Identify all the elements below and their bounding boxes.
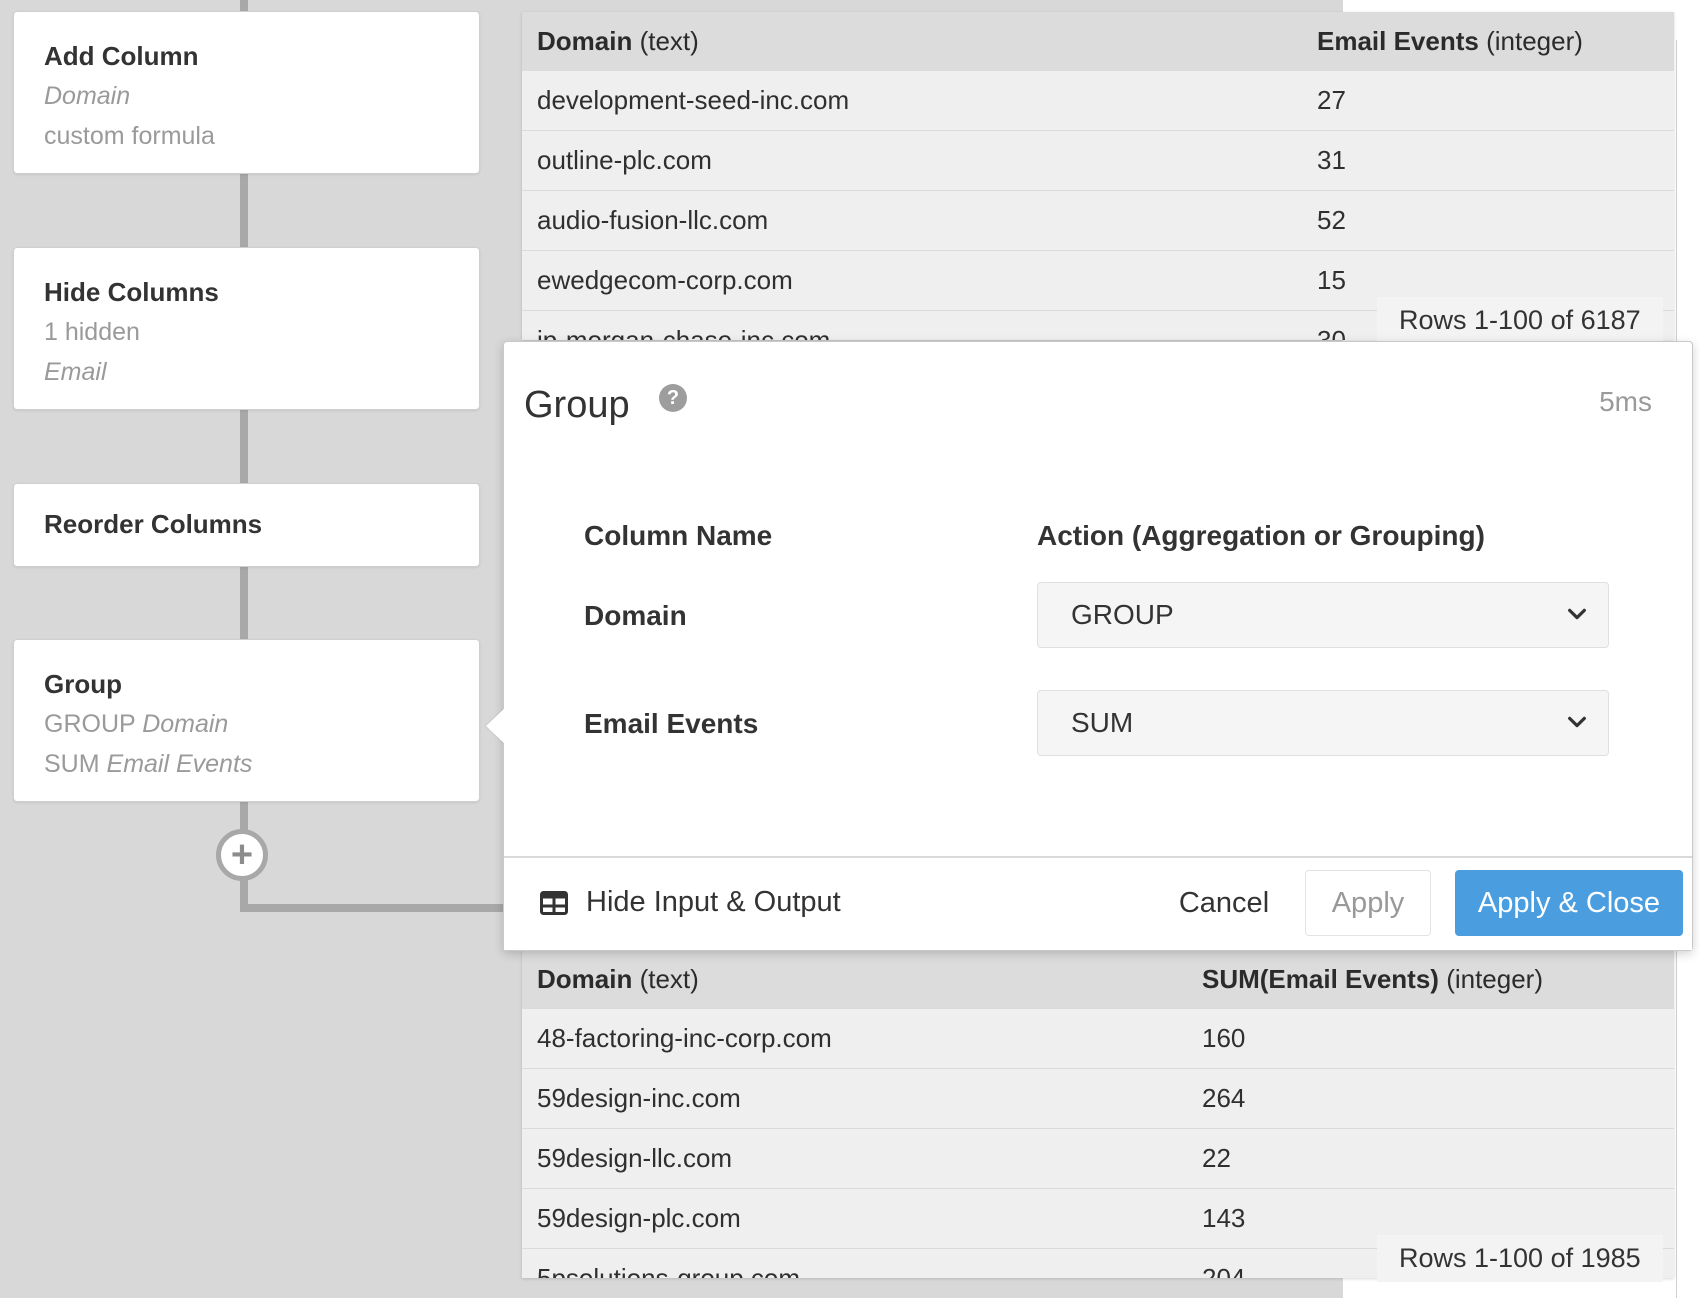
table-cell: 5psolutions-group.com xyxy=(537,1263,801,1278)
column-name: Domain xyxy=(537,963,633,994)
step-detail: Domain xyxy=(44,82,131,110)
step-detail: custom formula xyxy=(44,122,215,150)
step-title: Group xyxy=(44,669,122,699)
column-name-header: Column Name xyxy=(584,520,773,551)
step-detail-field: Email Events xyxy=(106,750,253,778)
question-circle-icon[interactable]: ? xyxy=(659,384,687,412)
table-cell: 30 xyxy=(1317,325,1346,340)
table-cell: 15 xyxy=(1317,265,1346,295)
group-row-label: Email Events xyxy=(584,708,759,739)
connector-line xyxy=(240,566,248,640)
action-select-domain[interactable]: GROUP xyxy=(1037,582,1609,648)
apply-and-close-button[interactable]: Apply & Close xyxy=(1455,870,1683,936)
table-cell: outline-plc.com xyxy=(537,145,712,175)
table-row: outline-plc.com 31 xyxy=(522,130,1674,190)
step-detail: SUM Email Events xyxy=(44,744,449,784)
selected-value: GROUP xyxy=(1071,599,1174,630)
table-cell: 59design-plc.com xyxy=(537,1203,741,1233)
group-step-editor: Group ? 5ms Column Name Action (Aggregat… xyxy=(503,341,1693,951)
table-cell: 48-factoring-inc-corp.com xyxy=(537,1023,832,1053)
column-name: Email Events xyxy=(1317,25,1479,56)
table-cell: ewedgecom-corp.com xyxy=(537,265,793,295)
table-cell: 160 xyxy=(1202,1023,1246,1053)
row-count-badge: Rows 1-100 of 1985 xyxy=(1377,1235,1663,1282)
modal-title: Group xyxy=(524,384,630,426)
column-type: (integer) xyxy=(1486,25,1583,56)
action-select-email-events[interactable]: SUM xyxy=(1037,690,1609,756)
table-icon xyxy=(540,890,568,915)
table-cell: development-seed-inc.com xyxy=(537,85,850,115)
popover-arrow xyxy=(486,705,508,747)
column-type: (text) xyxy=(639,25,699,56)
table-cell: audio-fusion-llc.com xyxy=(537,205,769,235)
column-header-sum-email-events[interactable]: SUM(Email Events) (integer) xyxy=(1202,964,1543,995)
column-type: (integer) xyxy=(1446,963,1544,994)
step-title: Reorder Columns xyxy=(44,509,263,539)
column-header-domain[interactable]: Domain (text) xyxy=(537,26,699,57)
output-table: Domain (text) SUM(Email Events) (integer… xyxy=(522,950,1674,1278)
table-cell: 264 xyxy=(1202,1083,1246,1113)
table-cell: jp-morgan-chase-inc.com xyxy=(537,325,831,340)
hide-input-output-toggle[interactable]: Hide Input & Output xyxy=(540,886,841,919)
group-row-label: Domain xyxy=(584,600,687,631)
toggle-label: Hide Input & Output xyxy=(586,886,841,918)
column-name: Domain xyxy=(537,25,633,56)
chevron-down-icon xyxy=(1568,716,1586,728)
connector-line xyxy=(240,904,504,912)
step-title: Add Column xyxy=(44,41,199,71)
step-timing: 5ms xyxy=(1599,386,1652,417)
step-detail-prefix: SUM xyxy=(44,750,100,778)
table-row: development-seed-inc.com 27 xyxy=(522,70,1674,130)
table-cell: 59design-llc.com xyxy=(537,1143,733,1173)
table-cell: 52 xyxy=(1317,205,1346,235)
column-header-email-events[interactable]: Email Events (integer) xyxy=(1317,26,1583,57)
apply-button[interactable]: Apply xyxy=(1305,870,1431,936)
table-cell: 204 xyxy=(1202,1263,1246,1278)
table-row: 59design-llc.com 22 xyxy=(522,1128,1674,1188)
table-cell: 22 xyxy=(1202,1143,1231,1173)
row-count-badge: Rows 1-100 of 6187 xyxy=(1377,297,1663,344)
action-header: Action (Aggregation or Grouping) xyxy=(1037,520,1485,551)
step-detail: 1 hidden xyxy=(44,318,140,346)
step-detail: GROUP Domain xyxy=(44,704,449,744)
table-cell: 27 xyxy=(1317,85,1346,115)
step-detail: Email xyxy=(44,358,107,386)
step-card-reorder-columns[interactable]: Reorder Columns xyxy=(13,483,480,567)
selected-value: SUM xyxy=(1071,707,1134,738)
column-type: (text) xyxy=(639,963,699,994)
step-detail-field: Domain xyxy=(142,710,229,738)
table-cell: 59design-inc.com xyxy=(537,1083,741,1113)
column-header-domain[interactable]: Domain (text) xyxy=(537,964,699,995)
table-header: Domain (text) SUM(Email Events) (integer… xyxy=(522,950,1674,1008)
chevron-down-icon xyxy=(1568,608,1586,620)
column-name: SUM(Email Events) xyxy=(1202,963,1439,994)
step-card-group[interactable]: Group GROUP Domain SUM Email Events xyxy=(13,639,480,802)
step-card-add-column[interactable]: Add Column Domain custom formula xyxy=(13,11,480,174)
connector-line xyxy=(240,410,248,484)
table-cell: 143 xyxy=(1202,1203,1246,1233)
table-row: audio-fusion-llc.com 52 xyxy=(522,190,1674,250)
step-detail-prefix: GROUP xyxy=(44,710,136,738)
modal-footer: Hide Input & Output Cancel Apply Apply &… xyxy=(504,856,1692,950)
table-cell: 31 xyxy=(1317,145,1346,175)
step-title: Hide Columns xyxy=(44,277,219,307)
input-table: Domain (text) Email Events (integer) dev… xyxy=(522,12,1674,340)
step-card-hide-columns[interactable]: Hide Columns 1 hidden Email xyxy=(13,247,480,410)
table-row: 59design-inc.com 264 xyxy=(522,1068,1674,1128)
connector-line xyxy=(240,174,248,248)
plus-circle-icon[interactable]: + xyxy=(216,829,268,881)
table-header: Domain (text) Email Events (integer) xyxy=(522,12,1674,70)
table-row: 48-factoring-inc-corp.com 160 xyxy=(522,1008,1674,1068)
cancel-button[interactable]: Cancel xyxy=(1164,870,1284,936)
